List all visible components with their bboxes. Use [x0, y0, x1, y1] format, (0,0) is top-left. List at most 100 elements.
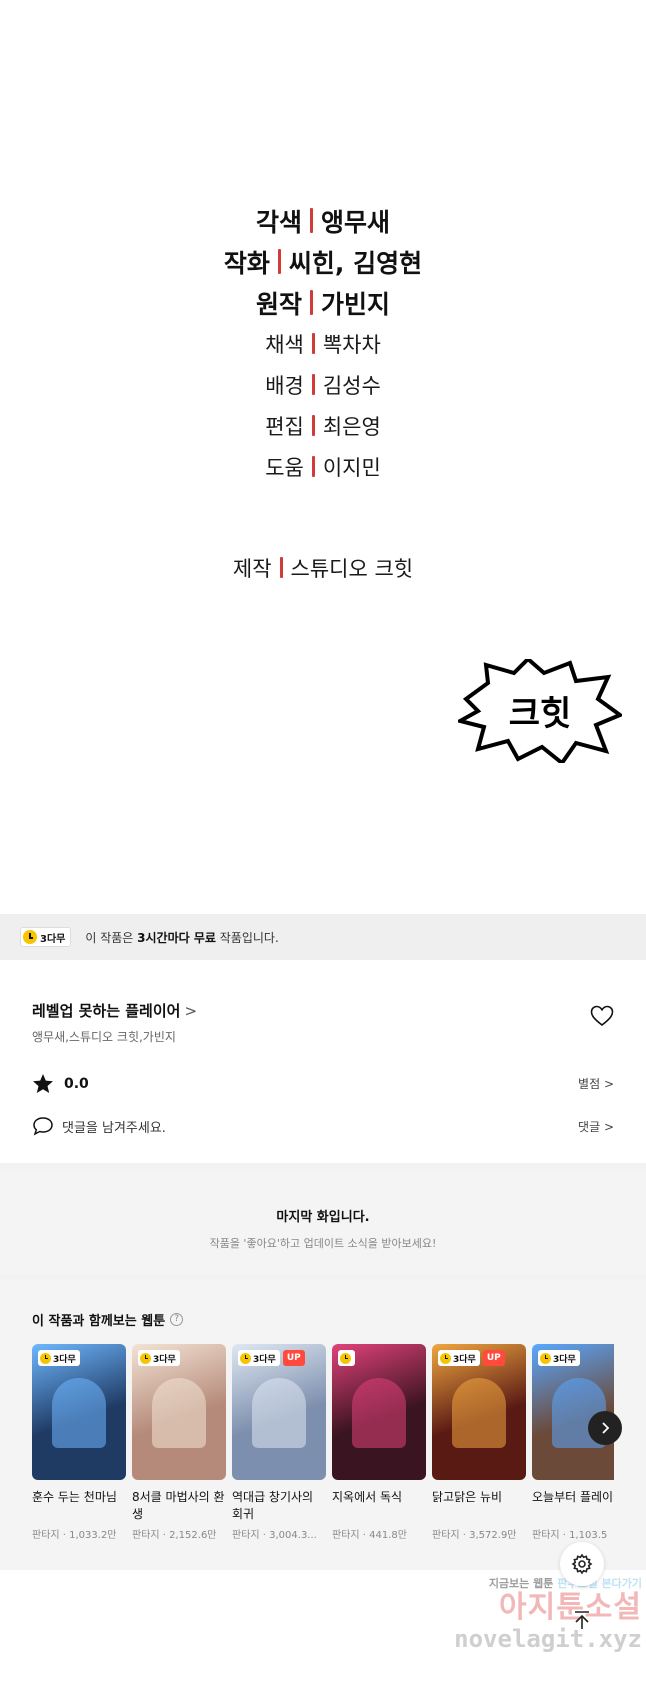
credit-separator — [277, 249, 281, 274]
work-authors: 앵무새,스튜디오 크힛,가빈지 — [32, 1030, 176, 1044]
gear-icon — [571, 1553, 593, 1575]
credit-role: 도움 — [265, 455, 304, 480]
credit-name: 가빈지 — [321, 289, 391, 319]
work-title-link[interactable]: 레벨업 못하는 플레이어 > — [32, 1002, 197, 1020]
help-icon[interactable]: ? — [170, 1313, 184, 1326]
credit-line: 각색 앵무새 — [0, 200, 646, 241]
work-info-card: 레벨업 못하는 플레이어 > 앵무새,스튜디오 크힛,가빈지 0.0 별점 > 댓… — [0, 960, 646, 1163]
recommendation-card[interactable]: 3다무 UP 역대급 창기사의 회귀판타지 · 3,004.3... — [232, 1344, 326, 1541]
recommendation-card[interactable]: 3다무 8서클 마법사의 환생판타지 · 2,152.6만 — [132, 1344, 226, 1541]
credit-separator — [311, 415, 315, 436]
credit-name: 스튜디오 크힛 — [290, 556, 414, 581]
comment-link[interactable]: 댓글 > — [578, 1118, 614, 1135]
card-meta: 판타지 · 3,572.9만 — [432, 1530, 517, 1541]
star-icon — [33, 1074, 53, 1093]
credit-role: 배경 — [265, 373, 304, 398]
3dam-badge: 3다무 — [538, 1350, 580, 1366]
3dam-badge: 3다무 — [138, 1350, 180, 1366]
card-meta: 판타지 · 3,004.3... — [232, 1530, 317, 1541]
studio-logo-text: 크힛 — [509, 694, 572, 734]
cover-figure — [252, 1378, 306, 1448]
card-title[interactable]: 8서클 마법사의 환생 — [132, 1489, 226, 1523]
credits: 각색 앵무새작화 씨힌, 김영현원작 가빈지채색 뽁차차배경 김성수편집 최은영도움 이지민제… — [0, 200, 646, 588]
clock-icon — [240, 1352, 251, 1364]
credit-separator — [311, 374, 315, 395]
card-meta: 판타지 · 1,033.2만 — [32, 1530, 117, 1541]
last-episode-subtitle: 작품을 '좋아요'하고 업데이트 소식을 받아보세요! — [209, 1237, 437, 1250]
card-title[interactable]: 역대급 창기사의 회귀 — [232, 1489, 326, 1523]
rating-value: 0.0 — [64, 1075, 89, 1092]
clock-icon — [40, 1352, 51, 1364]
cover-thumbnail[interactable]: 3다무 — [132, 1344, 226, 1480]
speech-bubble-icon — [33, 1117, 53, 1136]
3dam-badge: 3다무 — [238, 1350, 280, 1366]
carousel-next-button[interactable] — [588, 1411, 622, 1445]
credit-role: 편집 — [265, 414, 304, 439]
credit-line: 도움 이지민 — [0, 446, 646, 487]
credit-line: 채색 뽁차차 — [0, 323, 646, 364]
card-title[interactable]: 오늘부터 플레이어 — [532, 1489, 614, 1523]
cover-figure — [352, 1378, 406, 1448]
clock-icon — [23, 930, 37, 944]
cover-figure — [152, 1378, 206, 1448]
last-episode-notice: 마지막 화입니다. 작품을 '좋아요'하고 업데이트 소식을 받아보세요! — [0, 1169, 646, 1274]
credit-name: 이지민 — [322, 455, 381, 480]
chevron-right-icon: > — [184, 1002, 198, 1020]
credit-line: 제작 스튜디오 크힛 — [0, 547, 646, 588]
credit-name: 뽁차차 — [322, 332, 381, 357]
recommendation-card[interactable]: 지옥에서 독식판타지 · 441.8만 — [332, 1344, 426, 1541]
clock-icon — [440, 1352, 451, 1364]
card-title[interactable]: 지옥에서 독식 — [332, 1489, 426, 1523]
recommendation-carousel: 3다무 훈수 두는 천마님 판타지 · 1,033.2만 3다무 8서클 마법사의 환생… — [32, 1344, 614, 1544]
heart-icon[interactable] — [590, 1005, 614, 1027]
clock-icon — [540, 1352, 551, 1364]
credit-role: 제작 — [232, 556, 272, 581]
credit-name: 최은영 — [322, 414, 381, 439]
last-episode-title: 마지막 화입니다. — [276, 1210, 370, 1225]
credit-name: 김성수 — [322, 373, 381, 398]
credit-line: 편집 최은영 — [0, 405, 646, 446]
card-meta: 판타지 · 2,152.6만 — [132, 1530, 217, 1541]
chevron-right-icon — [602, 1422, 610, 1434]
cover-thumbnail[interactable]: 3다무 — [32, 1344, 126, 1480]
recommendation-card[interactable]: 3다무훈수 두는 천마님판타지 · 1,033.2만 — [32, 1344, 126, 1541]
studio-logo-burst: 크힛 — [458, 659, 622, 763]
3dam-badge: 3다무 — [20, 927, 72, 947]
card-meta: 판타지 · 1,103.5 — [532, 1530, 608, 1541]
up-badge: UP — [282, 1350, 305, 1366]
cover-figure — [452, 1378, 506, 1448]
recommendation-card[interactable]: 3다무 UP 닭고닭은 뉴비판타지 · 3,572.9만 — [432, 1344, 526, 1541]
clock-icon — [140, 1352, 151, 1364]
3dam-badge — [338, 1350, 355, 1366]
card-title[interactable]: 훈수 두는 천마님 — [32, 1489, 126, 1523]
scroll-top-button[interactable] — [560, 1598, 604, 1642]
settings-button[interactable] — [560, 1542, 604, 1586]
credit-role: 작화 — [223, 248, 270, 278]
cover-thumbnail[interactable]: 3다무 UP — [232, 1344, 326, 1480]
clock-icon — [340, 1352, 351, 1364]
card-meta: 판타지 · 441.8만 — [332, 1530, 407, 1541]
cover-thumbnail[interactable] — [332, 1344, 426, 1480]
credit-separator — [311, 456, 315, 477]
credit-role: 채색 — [265, 332, 304, 357]
comment-prompt[interactable]: 댓글을 남겨주세요. — [62, 1117, 166, 1136]
recommendations-section: 이 작품과 함께보는 웹툰 ? 3다무훈수 두는 천마님판타지 · 1,033.… — [0, 1280, 646, 1570]
recommendations-title: 이 작품과 함께보는 웹툰 ? — [32, 1310, 184, 1329]
cover-thumbnail[interactable]: 3다무 UP — [432, 1344, 526, 1480]
credit-separator — [310, 208, 313, 233]
credit-role: 각색 — [255, 207, 302, 237]
rating-row[interactable]: 0.0 별점 > — [32, 1073, 614, 1094]
cover-figure — [52, 1378, 106, 1448]
rating-link[interactable]: 별점 > — [578, 1075, 614, 1092]
credit-separator — [310, 290, 313, 315]
credit-separator — [311, 333, 315, 354]
arrow-up-icon — [575, 1611, 589, 1629]
card-title[interactable]: 닭고닭은 뉴비 — [432, 1489, 526, 1523]
comment-row[interactable]: 댓글을 남겨주세요. 댓글 > — [32, 1116, 614, 1136]
up-badge: UP — [482, 1350, 505, 1366]
credit-role: 원작 — [255, 289, 302, 319]
credit-line: 작화 씨힌, 김영현 — [0, 241, 646, 282]
credit-name: 씨힌, 김영현 — [288, 248, 423, 278]
3dam-badge: 3다무 — [438, 1350, 480, 1366]
free-banner-text: 이 작품은 3시간마다 무료 작품입니다. — [85, 930, 279, 945]
